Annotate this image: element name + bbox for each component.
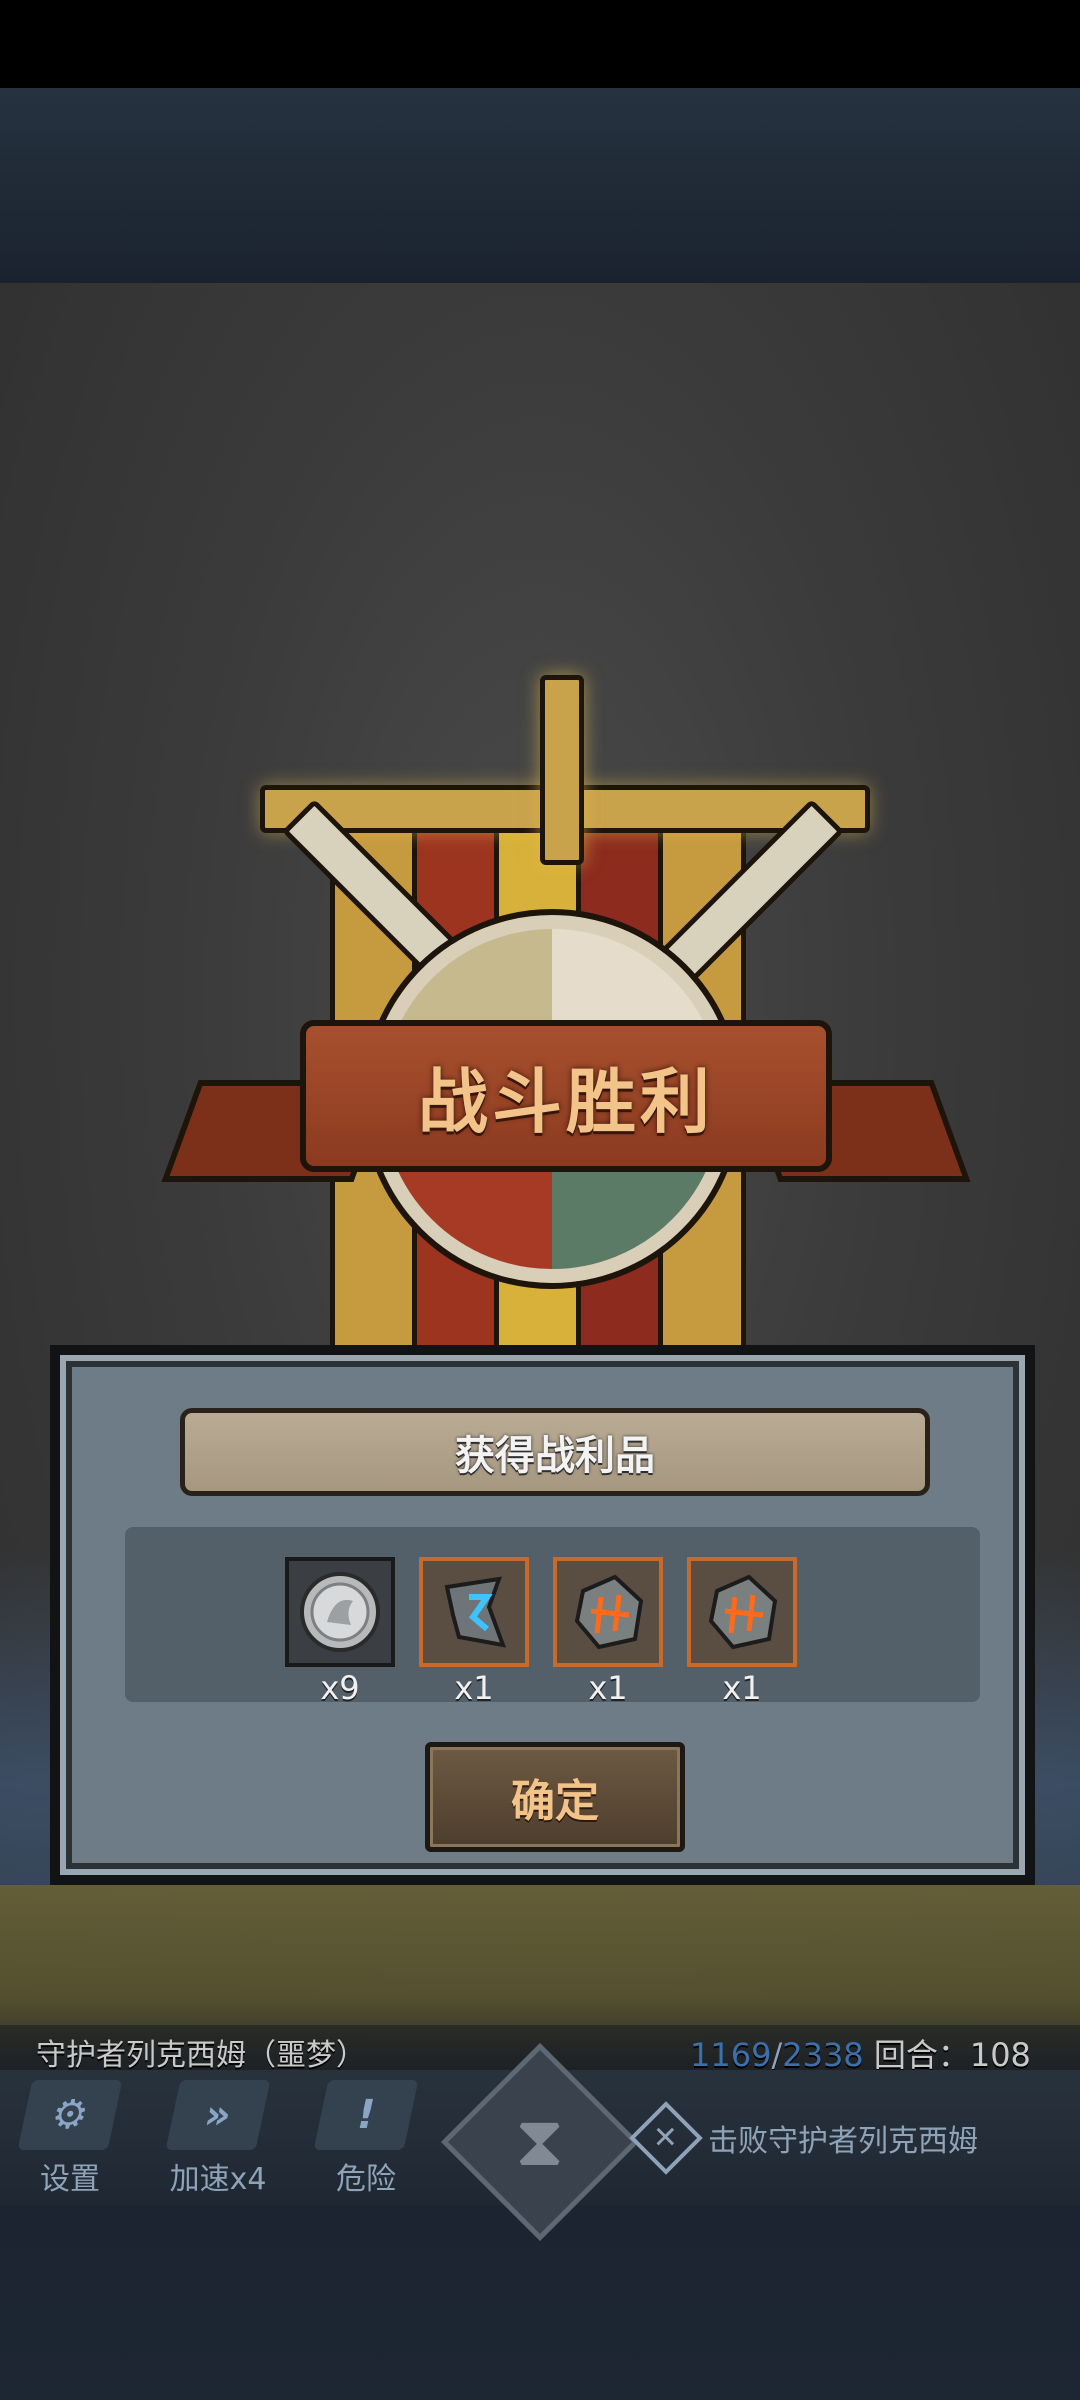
blue-rune-shard-icon (419, 1557, 529, 1667)
item-quantity: x1 (722, 1669, 762, 1707)
objective: ✕ 击败守护者列克西姆 (629, 2101, 978, 2175)
item-quantity: x9 (320, 1669, 360, 1707)
speed-label: 加速x4 (169, 2162, 267, 2197)
top-band (0, 88, 1080, 283)
orange-rune-stone-icon (553, 1557, 663, 1667)
settings-label: 设置 (40, 2162, 100, 2197)
silver-coin-icon (285, 1557, 395, 1667)
victory-ribbon: 战斗胜利 (300, 1020, 832, 1172)
confirm-button[interactable]: 确定 (425, 1742, 685, 1852)
danger-button[interactable]: ! 危险 (296, 2080, 436, 2200)
item-quantity: x1 (454, 1669, 494, 1707)
danger-label: 危险 (336, 2162, 396, 2197)
crossed-swords-icon: ✕ (629, 2101, 703, 2175)
reward-item[interactable]: x1 (553, 1557, 663, 1707)
fast-forward-icon: » (165, 2080, 271, 2150)
reward-item[interactable]: x1 (419, 1557, 529, 1707)
orange-rune-stone-icon (687, 1557, 797, 1667)
settings-button[interactable]: ⚙ 设置 (0, 2080, 140, 2200)
banner-pole (540, 675, 584, 865)
round-counter: 回合：108 (873, 2036, 1031, 2074)
exclamation-icon: ! (313, 2080, 419, 2150)
reward-item[interactable]: x9 (285, 1557, 395, 1707)
gear-icon: ⚙ (17, 2080, 123, 2150)
reward-items-list: x9 x1 x1 x1 (125, 1527, 980, 1707)
reward-panel: 获得战利品 x9 x1 x1 x1 确定 (50, 1345, 1035, 1885)
speed-button[interactable]: » 加速x4 (148, 2080, 288, 2200)
victory-emblem: 战斗胜利 (161, 660, 971, 1460)
item-quantity: x1 (588, 1669, 628, 1707)
hp-separator: / (771, 2036, 783, 2074)
victory-title: 战斗胜利 (418, 1060, 714, 1143)
objective-text: 击败守护者列克西姆 (708, 2124, 978, 2159)
hp-max: 2338 (782, 2036, 864, 2074)
hourglass-icon: ⧗ (515, 2100, 565, 2182)
status-bar (0, 0, 1080, 88)
confirm-button-label: 确定 (511, 1776, 599, 1827)
reward-header-label: 获得战利品 (455, 1433, 655, 1479)
reward-header: 获得战利品 (180, 1408, 930, 1496)
hp-current: 1169 (690, 2036, 772, 2074)
reward-item[interactable]: x1 (687, 1557, 797, 1707)
boss-name: 守护者列克西姆（噩梦） (36, 2038, 366, 2073)
